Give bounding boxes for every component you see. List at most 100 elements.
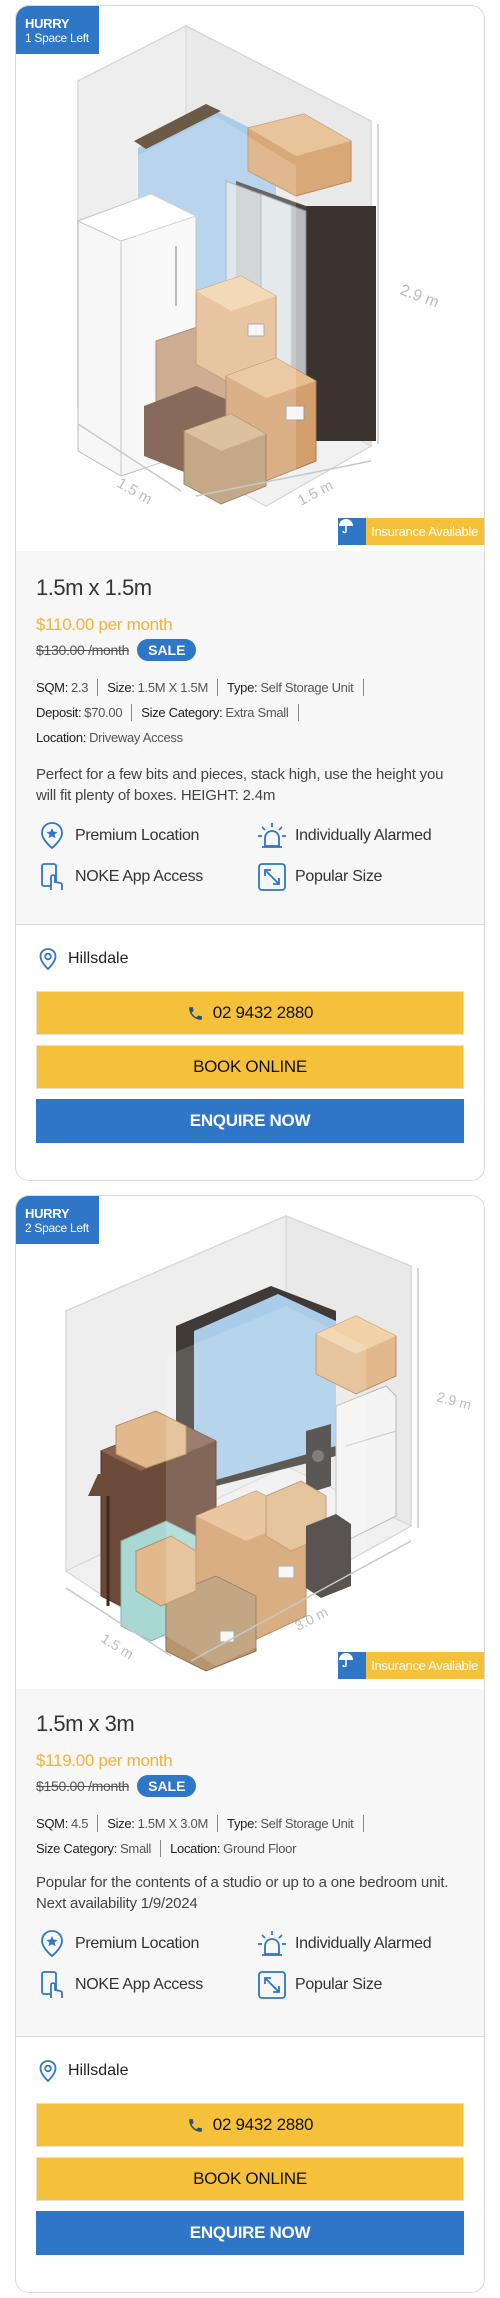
map-pin-icon (39, 2060, 57, 2083)
spec-sqm: SQM: 4.5 (36, 1816, 89, 1831)
phone-tap-icon (36, 861, 67, 892)
feature-list: Premium Location Individually Alarmed NO… (36, 820, 464, 892)
spec-divider (297, 704, 299, 721)
resize-arrows-icon (256, 1969, 287, 2000)
storage-unit-3d-render: 1.5 m 1.5 m 2.9 m (76, 25, 441, 526)
feature-noke-app: NOKE App Access (36, 861, 256, 892)
phone-tap-icon (36, 1969, 67, 2000)
spec-divider (362, 679, 364, 696)
alarm-icon (256, 1928, 287, 1959)
feature-popular-size: Popular Size (256, 1969, 476, 2000)
spec-divider (362, 1815, 364, 1832)
unit-actions: Hillsdale 02 9432 2880 BOOK ONLINE ENQUI… (16, 2036, 484, 2255)
hurry-badge: HURRY 1 Space Left (16, 6, 99, 54)
umbrella-icon (338, 518, 367, 545)
umbrella-icon (338, 1652, 367, 1679)
hurry-title: HURRY (25, 16, 70, 31)
feature-label: NOKE App Access (75, 867, 204, 885)
dimension-side-label: 1.5 m (98, 1630, 136, 1662)
dimension-height-label: 2.9 m (398, 282, 441, 312)
feature-individually-alarmed: Individually Alarmed (256, 820, 476, 851)
spec-location: Location: Driveway Access (36, 730, 183, 745)
hurry-badge: HURRY 2 Space Left (16, 1196, 99, 1244)
spaces-left-text: 2 Space Left (25, 1221, 89, 1235)
feature-premium-location: Premium Location (36, 1928, 256, 1959)
feature-label: Individually Alarmed (295, 1934, 432, 1952)
previous-price-row: $130.00 /month SALE (36, 639, 464, 661)
feature-popular-size: Popular Size (256, 861, 476, 892)
book-online-button[interactable]: BOOK ONLINE (36, 1045, 464, 1089)
spec-size: Size: 1.5M X 1.5M (107, 680, 209, 695)
spec-location: Location: Ground Floor (170, 1841, 297, 1856)
spec-type: Type: Self Storage Unit (227, 1816, 354, 1831)
unit-card: 1.5 m 3.0 m 2.9 m HURRY 2 Space Left Ins… (15, 1195, 485, 2293)
feature-list: Premium Location Individually Alarmed NO… (36, 1928, 464, 2000)
storage-unit-3d-render: 1.5 m 3.0 m 2.9 m (64, 1215, 473, 1672)
phone-icon (188, 2118, 202, 2132)
price: $119.00 per month (36, 1751, 173, 1770)
hurry-title: HURRY (25, 1206, 70, 1221)
location-name: Hillsdale (68, 2062, 129, 2079)
spec-divider (160, 1840, 162, 1857)
unit-info: 1.5m x 3m $119.00 per month $150.00 /mon… (16, 1689, 484, 2036)
previous-price-row: $150.00 /month SALE (36, 1775, 464, 1797)
spec-deposit: Deposit: $70.00 (36, 705, 123, 720)
enquire-now-button[interactable]: ENQUIRE NOW (36, 1099, 464, 1143)
alarm-icon (256, 820, 287, 851)
feature-label: Individually Alarmed (295, 826, 432, 844)
spec-size-category: Size Category: Small (36, 1841, 152, 1856)
sale-badge: SALE (137, 639, 197, 661)
facility-location: Hillsdale (36, 947, 464, 971)
spec-divider (97, 679, 99, 696)
unit-description: Perfect for a few bits and pieces, stack… (36, 766, 444, 804)
feature-label: Premium Location (75, 1934, 200, 1952)
spec-divider (131, 704, 133, 721)
unit-size-title: 1.5m x 3m (36, 1711, 135, 1736)
unit-size-title: 1.5m x 1.5m (36, 575, 152, 600)
insurance-badge: Insurance Available (338, 1652, 484, 1679)
phone-icon (188, 1006, 202, 1020)
was-price: $130.00 /month (36, 642, 130, 658)
unit-actions: Hillsdale 02 9432 2880 BOOK ONLINE ENQUI… (16, 924, 484, 1143)
feature-label: Premium Location (75, 826, 200, 844)
call-button-label: 02 9432 2880 (212, 2115, 314, 2134)
insurance-label: Insurance Available (371, 1658, 478, 1673)
spec-type: Type: Self Storage Unit (227, 680, 354, 695)
storage-listing-page: 1.5 m 1.5 m 2.9 m HURRY 1 Space Left Ins… (0, 0, 500, 2298)
spec-divider (97, 1815, 99, 1832)
feature-individually-alarmed: Individually Alarmed (256, 1928, 476, 1959)
was-price: $150.00 /month (36, 1778, 130, 1794)
spec-divider (217, 679, 219, 696)
price: $110.00 per month (36, 615, 173, 634)
enquire-now-button[interactable]: ENQUIRE NOW (36, 2211, 464, 2255)
unit-card: 1.5 m 1.5 m 2.9 m HURRY 1 Space Left Ins… (15, 5, 485, 1181)
call-button[interactable]: 02 9432 2880 (36, 2103, 464, 2147)
unit-description: Popular for the contents of a studio or … (36, 1874, 449, 1912)
spec-divider (217, 1815, 219, 1832)
sale-badge: SALE (137, 1775, 197, 1797)
feature-noke-app: NOKE App Access (36, 1969, 256, 2000)
unit-specs: SQM: 2.3 Size: 1.5M X 1.5M Type: Self Stora… (36, 675, 464, 750)
location-name: Hillsdale (68, 950, 129, 967)
unit-info: 1.5m x 1.5m $110.00 per month $130.00 /m… (16, 551, 484, 924)
dimension-height-label: 2.9 m (435, 1388, 473, 1413)
spec-size-category: Size Category: Extra Small (141, 705, 289, 720)
map-pin-icon (39, 948, 57, 971)
call-button[interactable]: 02 9432 2880 (36, 991, 464, 1035)
unit-illustration: 1.5 m 3.0 m 2.9 m HURRY 2 Space Left Ins… (16, 1196, 484, 1689)
spec-sqm: SQM: 2.3 (36, 680, 89, 695)
facility-location: Hillsdale (36, 2059, 464, 2083)
feature-label: NOKE App Access (75, 1975, 204, 1993)
feature-label: Popular Size (295, 1975, 383, 1993)
spaces-left-text: 1 Space Left (25, 31, 89, 45)
location-star-icon (36, 1928, 67, 1959)
feature-label: Popular Size (295, 867, 383, 885)
unit-illustration: 1.5 m 1.5 m 2.9 m HURRY 1 Space Left Ins… (16, 6, 484, 551)
insurance-label: Insurance Available (371, 524, 478, 539)
unit-specs: SQM: 4.5 Size: 1.5M X 3.0M Type: Self Stora… (36, 1811, 464, 1861)
resize-arrows-icon (256, 861, 287, 892)
book-online-button[interactable]: BOOK ONLINE (36, 2157, 464, 2201)
feature-premium-location: Premium Location (36, 820, 256, 851)
call-button-label: 02 9432 2880 (212, 1003, 314, 1022)
spec-size: Size: 1.5M X 3.0M (107, 1816, 209, 1831)
